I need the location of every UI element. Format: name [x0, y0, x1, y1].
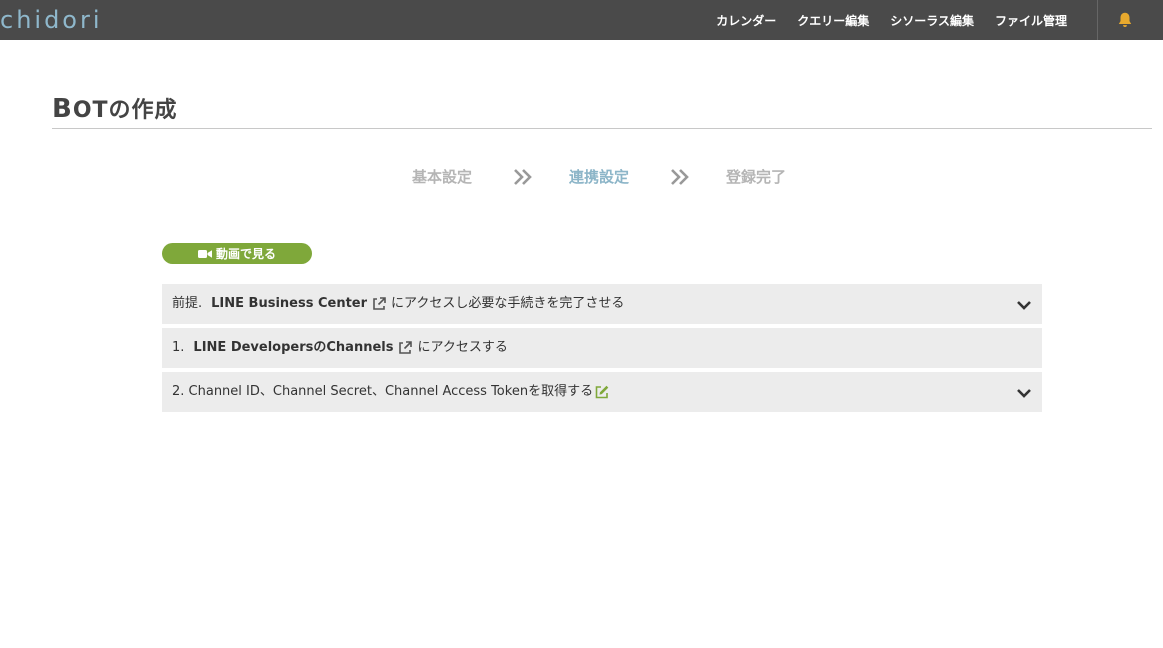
step-registration-complete: 登録完了 — [726, 168, 787, 186]
nav-calendar[interactable]: カレンダー — [716, 12, 776, 29]
accordion-item-text: 前提. LINE Business Center にアクセスし必要な手続きを完了… — [172, 284, 624, 324]
double-chevron-right-icon — [514, 169, 532, 185]
accordion-item-get-credentials[interactable]: 2. Channel ID、Channel Secret、Channel Acc… — [162, 372, 1042, 412]
watch-video-button[interactable]: 動画で見る — [162, 243, 312, 264]
accordion-item-text: 2. Channel ID、Channel Secret、Channel Acc… — [172, 372, 614, 412]
step-integration-settings: 連携設定 — [569, 168, 630, 186]
accordion-credentials-text: 2. Channel ID、Channel Secret、Channel Acc… — [172, 384, 594, 399]
step-progress: 基本設定 連携設定 登録完了 — [0, 164, 1163, 190]
page-title-initial: B — [52, 94, 73, 124]
nav-divider — [1097, 0, 1098, 40]
main-nav: カレンダー クエリー編集 シソーラス編集 ファイル管理 — [695, 0, 1067, 40]
nav-query-edit[interactable]: クエリー編集 — [797, 12, 869, 29]
edit-icon[interactable] — [594, 384, 610, 400]
accordion-item-prerequisite[interactable]: 前提. LINE Business Center にアクセスし必要な手続きを完了… — [162, 284, 1042, 324]
line-business-center-link[interactable]: LINE Business Center — [211, 284, 367, 324]
accordion-item-line-developers[interactable]: 1. LINE DevelopersのChannels にアクセスする — [162, 328, 1042, 368]
nav-thesaurus-edit[interactable]: シソーラス編集 — [890, 12, 974, 29]
accordion-prefix: 前提. — [172, 296, 203, 311]
app-logo[interactable]: chidori — [0, 4, 103, 36]
external-link-icon[interactable] — [397, 340, 413, 356]
top-navbar: chidori カレンダー クエリー編集 シソーラス編集 ファイル管理 — [0, 0, 1163, 40]
accordion-prefix: 1. — [172, 340, 185, 355]
accordion-suffix: にアクセスし必要な手続きを完了させる — [391, 296, 625, 311]
line-developers-channels-link[interactable]: LINE DevelopersのChannels — [193, 328, 393, 368]
chevron-down-icon[interactable] — [1016, 297, 1032, 313]
step-basic-settings: 基本設定 — [412, 168, 473, 186]
double-chevron-right-icon — [671, 169, 689, 185]
page-title: BOTの作成 — [52, 92, 178, 124]
nav-file-management[interactable]: ファイル管理 — [995, 12, 1067, 29]
page-title-rest: OTの作成 — [72, 98, 178, 123]
accordion-suffix: にアクセスする — [417, 340, 508, 355]
accordion-item-text: 1. LINE DevelopersのChannels にアクセスする — [172, 328, 508, 368]
title-divider — [52, 128, 1152, 129]
bell-icon[interactable] — [1116, 11, 1134, 29]
watch-video-label: 動画で見る — [215, 247, 276, 261]
external-link-icon[interactable] — [371, 296, 387, 312]
video-camera-icon — [197, 249, 212, 258]
chevron-down-icon[interactable] — [1016, 385, 1032, 401]
